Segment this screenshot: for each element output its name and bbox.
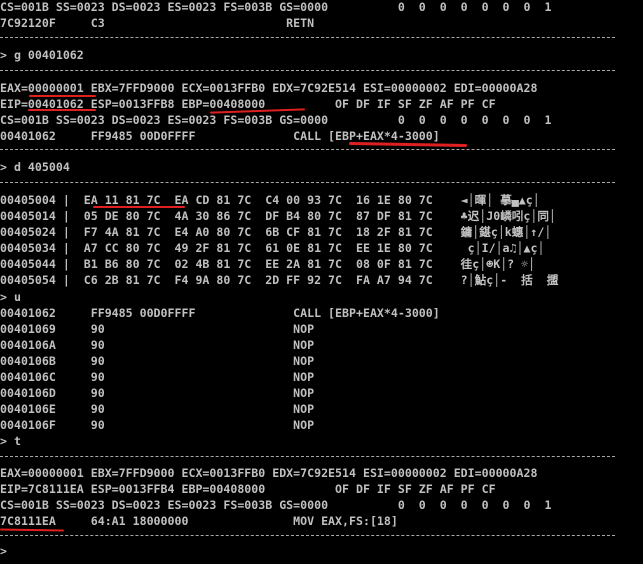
command-line-dump: > d 405004 (0, 160, 70, 174)
register-segment-line: CS=001B SS=0023 DS=0023 ES=0023 FS=003B … (0, 113, 552, 127)
annotation-underline-dump-bytes (93, 206, 185, 208)
command-line-trace: > t (0, 434, 21, 448)
command-prompt[interactable]: > (0, 543, 643, 559)
register-pointer-line: EIP=7C8111EA ESP=0013FFB4 EBP=00408000 O… (0, 482, 496, 496)
disassembly-line: 0040106E 90 NOP (0, 402, 315, 416)
command-line-unassemble: > u (0, 290, 21, 304)
memory-dump-row: 00405014 | 05 DE 80 7C 4A 30 86 7C DF B4… (0, 209, 556, 223)
disassembly-line: 7C8111EA 64:A1 18000000 MOV EAX,FS:[18] (0, 514, 398, 528)
separator (0, 149, 615, 150)
separator (0, 70, 615, 71)
annotation-underline-eip (28, 109, 96, 111)
register-pointer-line: EIP=00401062 ESP=0013FFB8 EBP=00408000 O… (0, 97, 496, 111)
memory-dump-row: 00405034 | A7 CC 80 7C 49 2F 81 7C 61 0E… (0, 241, 545, 255)
disassembly-line: 00401062 FF9485 00D0FFFF CALL [EBP+EAX*4… (0, 129, 440, 143)
separator (0, 456, 615, 457)
memory-dump-row: 00405024 | F7 4A 81 7C E4 A0 80 7C 6B CF… (0, 225, 552, 239)
annotation-underline-new-eip (0, 528, 65, 532)
disassembly-line: 00401069 90 NOP (0, 322, 315, 336)
register-general-line: EAX=00000001 EBX=7FFD9000 ECX=0013FFB0 E… (0, 81, 538, 95)
separator (0, 182, 615, 183)
separator (0, 37, 615, 38)
disassembly-line: 0040106F 90 NOP (0, 418, 315, 432)
separator (0, 535, 615, 536)
disassembly-line: 00401062 FF9485 00D0FFFF CALL [EBP+EAX*4… (0, 306, 440, 320)
register-segment-line: CS=001B SS=0023 DS=0023 ES=0023 FS=003B … (0, 0, 552, 14)
annotation-underline-eax (29, 95, 96, 97)
disassembly-line: 0040106A 90 NOP (0, 338, 315, 352)
command-line-go: > g 00401062 (0, 48, 84, 62)
debugger-console[interactable]: CS=001B SS=0023 DS=0023 ES=0023 FS=003B … (0, 0, 643, 564)
register-segment-line: CS=001B SS=0023 DS=0023 ES=0023 FS=003B … (0, 498, 552, 512)
disassembly-line: 0040106C 90 NOP (0, 370, 315, 384)
disassembly-line: 7C92120F C3 RETN (0, 16, 315, 30)
disassembly-line: 0040106B 90 NOP (0, 354, 315, 368)
register-general-line: EAX=00000001 EBX=7FFD9000 ECX=0013FFB0 E… (0, 466, 538, 480)
memory-dump-row: 00405054 | C6 2B 81 7C F4 9A 80 7C 2D FF… (0, 273, 559, 287)
memory-dump-row: 00405044 | B1 B6 80 7C 02 4B 81 7C EE 2A… (0, 257, 536, 271)
disassembly-line: 0040106D 90 NOP (0, 386, 315, 400)
